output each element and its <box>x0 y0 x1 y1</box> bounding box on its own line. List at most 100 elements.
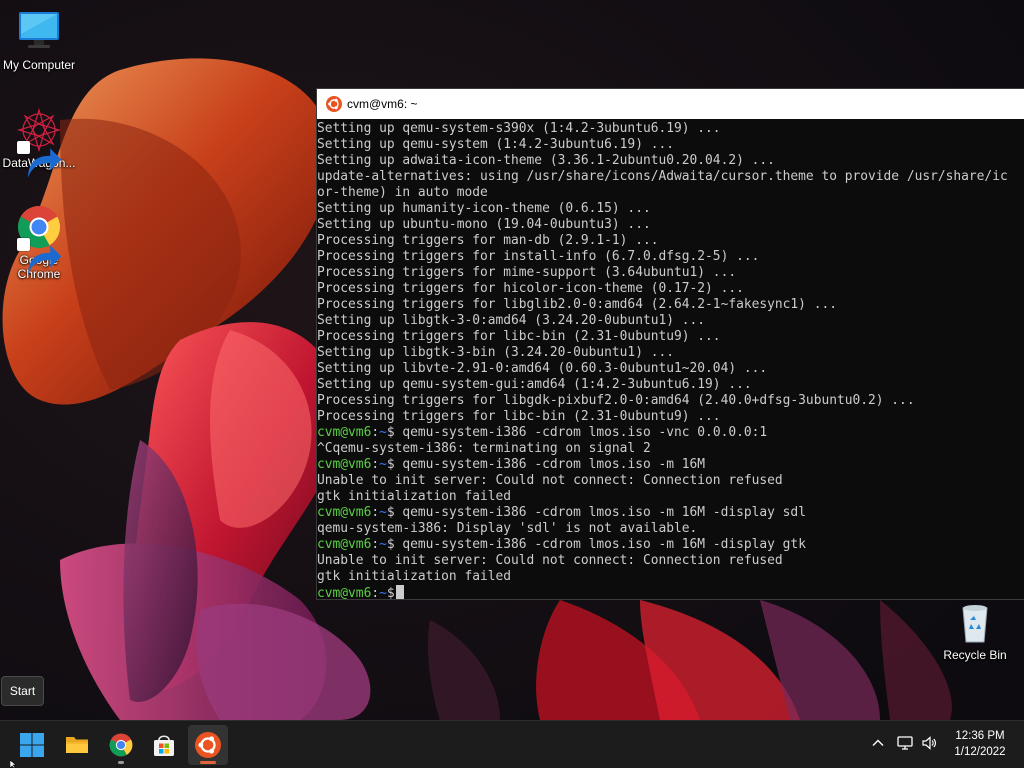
store-icon <box>154 735 174 756</box>
taskbar-terminal-button[interactable] <box>188 725 228 765</box>
terminal-line-text: qemu-system-i386 -cdrom lmos.iso -m 16M <box>394 457 706 472</box>
terminal-output-line: update-alternatives: using /usr/share/ic… <box>317 169 1024 185</box>
terminal-line-text: Setting up humanity-icon-theme (0.6.15) … <box>317 201 651 216</box>
terminal-line-text: Setting up libgtk-3-bin (3.24.20-0ubuntu… <box>317 345 674 360</box>
prompt-user: cvm@vm6 <box>317 425 372 440</box>
terminal-line-text: Processing triggers for mime-support (3.… <box>317 265 737 280</box>
prompt-symbol: $ <box>386 537 395 552</box>
terminal-output-line: Processing triggers for hicolor-icon-the… <box>317 281 1024 297</box>
desktop-icon-recycle-bin[interactable]: Recycle Bin <box>937 598 1013 662</box>
prompt-separator: : <box>371 505 380 520</box>
prompt-dir: ~ <box>379 505 387 520</box>
terminal-window[interactable]: cvm@vm6: ~ Setting up qemu-system-s390x … <box>316 88 1024 600</box>
terminal-title: cvm@vm6: ~ <box>347 97 418 111</box>
terminal-line-text: Unable to init server: Could not connect… <box>317 553 783 568</box>
mouse-cursor-icon <box>10 760 17 768</box>
prompt-user: cvm@vm6 <box>317 537 372 552</box>
prompt-dir: ~ <box>379 425 387 440</box>
terminal-line-text: Processing triggers for libgdk-pixbuf2.0… <box>317 393 915 408</box>
taskbar-file-explorer-button[interactable] <box>57 725 97 765</box>
terminal-output-line: Processing triggers for man-db (2.9.1-1)… <box>317 233 1024 249</box>
terminal-line-text: or-theme) in auto mode <box>317 185 488 200</box>
terminal-line-text: qemu-system-i386 -cdrom lmos.iso -m 16M … <box>394 505 806 520</box>
terminal-prompt-line: cvm@vm6:~$ qemu-system-i386 -cdrom lmos.… <box>317 425 1024 441</box>
terminal-output-line: Setting up qemu-system (1:4.2-3ubuntu6.1… <box>317 137 1024 153</box>
terminal-line-text: Setting up qemu-system-s390x (1:4.2-3ubu… <box>317 121 721 136</box>
terminal-cursor <box>395 585 404 599</box>
desktop-icon-google-chrome[interactable]: Google Chrome <box>1 203 77 281</box>
terminal-line-text: Processing triggers for libc-bin (2.31-0… <box>317 329 721 344</box>
terminal-output-line: qemu-system-i386: Display 'sdl' is not a… <box>317 521 1024 537</box>
folder-icon <box>66 737 88 753</box>
terminal-line-text: qemu-system-i386 -cdrom lmos.iso -m 16M … <box>394 537 806 552</box>
taskbar-clock[interactable]: 12:36 PM 1/12/2022 <box>940 728 1020 760</box>
clock-date: 1/12/2022 <box>954 746 1006 758</box>
terminal-prompt-line: cvm@vm6:~$ qemu-system-i386 -cdrom lmos.… <box>317 457 1024 473</box>
taskbar-start-button[interactable] <box>12 725 52 765</box>
prompt-dir: ~ <box>379 537 387 552</box>
terminal-prompt-line: cvm@vm6:~$ qemu-system-i386 -cdrom lmos.… <box>317 537 1024 553</box>
terminal-line-text: Unable to init server: Could not connect… <box>317 473 783 488</box>
terminal-output-line: gtk initialization failed <box>317 489 1024 505</box>
terminal-output-line: ^Cqemu-system-i386: terminating on signa… <box>317 441 1024 457</box>
terminal-output-line: Processing triggers for libglib2.0-0:amd… <box>317 297 1024 313</box>
terminal-line-text: Setting up qemu-system (1:4.2-3ubuntu6.1… <box>317 137 674 152</box>
prompt-symbol: $ <box>386 505 395 520</box>
desktop-icon-label: Recycle Bin <box>943 648 1007 662</box>
terminal-titlebar[interactable]: cvm@vm6: ~ <box>317 89 1024 119</box>
prompt-separator: : <box>371 586 380 599</box>
desktop-icon-my-computer[interactable]: My Computer <box>1 8 77 72</box>
prompt-separator: : <box>371 425 380 440</box>
terminal-line-text: gtk initialization failed <box>317 489 512 504</box>
taskbar-chrome-button[interactable] <box>101 725 141 765</box>
prompt-user: cvm@vm6 <box>317 505 372 520</box>
monitor-icon <box>15 8 63 56</box>
terminal-line-text: Setting up qemu-system-gui:amd64 (1:4.2-… <box>317 377 752 392</box>
terminal-output-line: Setting up qemu-system-s390x (1:4.2-3ubu… <box>317 121 1024 137</box>
terminal-output-line: Processing triggers for mime-support (3.… <box>317 265 1024 281</box>
ubuntu-icon <box>326 96 342 112</box>
taskbar-store-button[interactable] <box>144 725 184 765</box>
terminal-line-text: Processing triggers for man-db (2.9.1-1)… <box>317 233 659 248</box>
terminal-line-text: qemu-system-i386: Display 'sdl' is not a… <box>317 521 698 536</box>
terminal-prompt-line: cvm@vm6:~$ qemu-system-i386 -cdrom lmos.… <box>317 505 1024 521</box>
terminal-line-text: Processing triggers for install-info (6.… <box>317 249 760 264</box>
terminal-line-text: Setting up adwaita-icon-theme (3.36.1-2u… <box>317 153 775 168</box>
shortcut-arrow-icon <box>17 141 62 178</box>
ubuntu-icon <box>195 732 221 758</box>
prompt-separator: : <box>371 537 380 552</box>
terminal-output[interactable]: Setting up qemu-system-s390x (1:4.2-3ubu… <box>317 119 1024 599</box>
prompt-separator: : <box>371 457 380 472</box>
prompt-dir: ~ <box>379 457 387 472</box>
network-icon[interactable] <box>896 734 914 752</box>
terminal-output-line: Processing triggers for libgdk-pixbuf2.0… <box>317 393 1024 409</box>
terminal-output-line: or-theme) in auto mode <box>317 185 1024 201</box>
terminal-output-line: Setting up humanity-icon-theme (0.6.15) … <box>317 201 1024 217</box>
terminal-output-line: Processing triggers for libc-bin (2.31-0… <box>317 329 1024 345</box>
clock-time: 12:36 PM <box>955 730 1005 742</box>
prompt-symbol: $ <box>386 586 395 599</box>
terminal-prompt-line: cvm@vm6:~$ <box>317 585 1024 599</box>
terminal-line-text: Processing triggers for libglib2.0-0:amd… <box>317 297 837 312</box>
terminal-output-line: Setting up libgtk-3-0:amd64 (3.24.20-0ub… <box>317 313 1024 329</box>
terminal-output-line: Setting up qemu-system-gui:amd64 (1:4.2-… <box>317 377 1024 393</box>
terminal-output-line: Setting up ubuntu-mono (19.04-0ubuntu3) … <box>317 217 1024 233</box>
terminal-output-line: gtk initialization failed <box>317 569 1024 585</box>
shortcut-arrow-icon <box>17 238 62 275</box>
windows-start-icon <box>20 733 44 757</box>
terminal-output-line: Processing triggers for install-info (6.… <box>317 249 1024 265</box>
desktop-icon-datawagon[interactable]: DataWagon... <box>1 106 77 178</box>
prompt-symbol: $ <box>386 425 395 440</box>
terminal-line-text: ^Cqemu-system-i386: terminating on signa… <box>317 441 651 456</box>
terminal-line-text: gtk initialization failed <box>317 569 512 584</box>
chevron-up-icon[interactable] <box>869 734 887 752</box>
recycle-bin-icon <box>951 598 999 646</box>
volume-icon[interactable] <box>920 734 938 752</box>
terminal-output-line: Unable to init server: Could not connect… <box>317 553 1024 569</box>
terminal-output-line: Setting up adwaita-icon-theme (3.36.1-2u… <box>317 153 1024 169</box>
terminal-line-text: Setting up libgtk-3-0:amd64 (3.24.20-0ub… <box>317 313 706 328</box>
running-indicator <box>118 761 124 764</box>
datawagon-icon <box>15 106 63 178</box>
terminal-line-text: Setting up ubuntu-mono (19.04-0ubuntu3) … <box>317 217 651 232</box>
terminal-output-line: Setting up libgtk-3-bin (3.24.20-0ubuntu… <box>317 345 1024 361</box>
